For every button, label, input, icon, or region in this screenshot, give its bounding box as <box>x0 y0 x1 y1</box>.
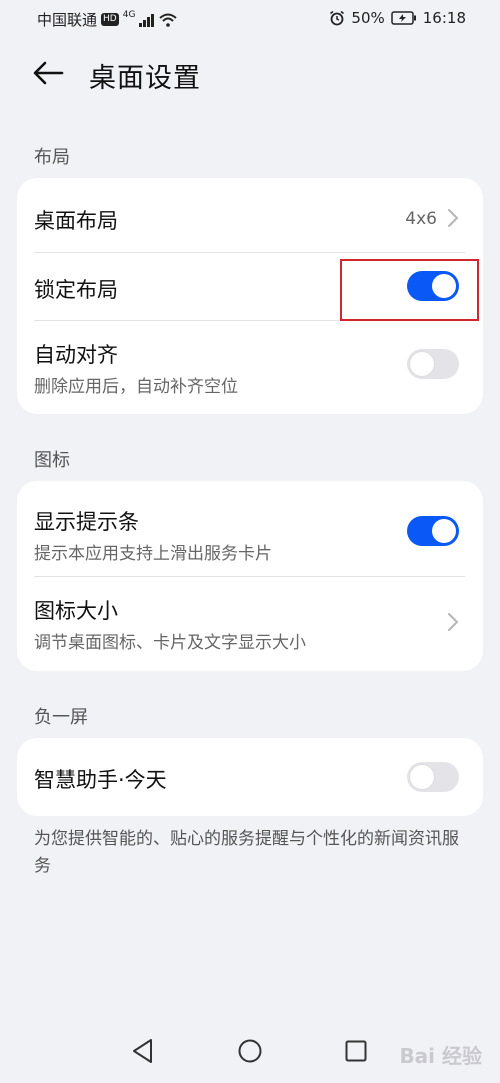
show-hint-bar-subtitle: 提示本应用支持上滑出服务卡片 <box>34 544 272 564</box>
desktop-layout-title: 桌面布局 <box>34 209 118 233</box>
clock-time: 16:18 <box>422 9 466 27</box>
status-bar-right: 50% 16:18 <box>329 9 466 27</box>
auto-align-subtitle: 删除应用后，自动补齐空位 <box>34 377 238 397</box>
smart-assistant-title: 智慧助手·今天 <box>34 768 167 792</box>
smart-assistant-toggle[interactable] <box>407 762 459 792</box>
desktop-layout-value: 4x6 <box>405 209 437 229</box>
setting-row-smart-assistant: 智慧助手·今天 <box>17 738 483 816</box>
setting-row-desktop-layout[interactable]: 桌面布局 4x6 <box>17 178 483 252</box>
minus-one-screen-card: 智慧助手·今天 <box>17 738 483 816</box>
navigation-bar: Bai 经验 <box>0 1020 500 1083</box>
page-title: 桌面设置 <box>89 63 201 94</box>
section-label-minus-one-screen: 负一屏 <box>34 707 88 728</box>
network-type: 4G <box>122 9 136 20</box>
toggle-knob <box>410 352 434 376</box>
highlight-annotation-box <box>340 259 479 321</box>
icon-size-title: 图标大小 <box>34 599 118 623</box>
auto-align-toggle[interactable] <box>407 349 459 379</box>
lock-layout-title: 锁定布局 <box>34 278 118 302</box>
show-hint-bar-toggle[interactable] <box>407 516 459 546</box>
toggle-knob <box>410 765 434 789</box>
watermark-logo: Bai 经验 <box>399 1044 482 1068</box>
battery-percent: 50% <box>351 9 385 27</box>
battery-charging-icon <box>391 11 416 25</box>
status-bar: 中国联通 HD 4G 50% 16:18 <box>0 0 500 36</box>
back-arrow-icon[interactable] <box>30 58 66 88</box>
section-label-icons: 图标 <box>34 450 70 471</box>
nav-recents-icon[interactable] <box>339 1034 373 1068</box>
nav-home-icon[interactable] <box>233 1034 267 1068</box>
carrier-name: 中国联通 <box>37 11 98 29</box>
app-bar: 桌面设置 <box>0 46 500 102</box>
alarm-icon <box>330 10 345 26</box>
setting-row-show-hint-bar: 显示提示条 提示本应用支持上滑出服务卡片 <box>17 481 483 576</box>
icons-card: 显示提示条 提示本应用支持上滑出服务卡片 图标大小 调节桌面图标、卡片及文字显示… <box>17 481 483 671</box>
icon-size-subtitle: 调节桌面图标、卡片及文字显示大小 <box>34 633 306 653</box>
section-label-layout: 布局 <box>34 147 70 168</box>
chevron-right-icon <box>448 613 459 631</box>
footnote-text: 为您提供智能的、贴心的服务提醒与个性化的新闻资讯服务 <box>34 829 459 876</box>
show-hint-bar-title: 显示提示条 <box>34 510 139 534</box>
auto-align-title: 自动对齐 <box>34 343 118 367</box>
wifi-icon <box>159 13 178 27</box>
nav-back-icon[interactable] <box>126 1034 160 1068</box>
status-bar-left: 中国联通 HD 4G <box>37 9 178 30</box>
setting-row-icon-size[interactable]: 图标大小 调节桌面图标、卡片及文字显示大小 <box>17 577 483 671</box>
toggle-knob <box>432 519 456 543</box>
hd-badge: HD <box>101 13 119 26</box>
chevron-right-icon <box>448 209 459 227</box>
signal-icon <box>139 13 155 27</box>
setting-row-auto-align: 自动对齐 删除应用后，自动补齐空位 <box>17 321 483 414</box>
